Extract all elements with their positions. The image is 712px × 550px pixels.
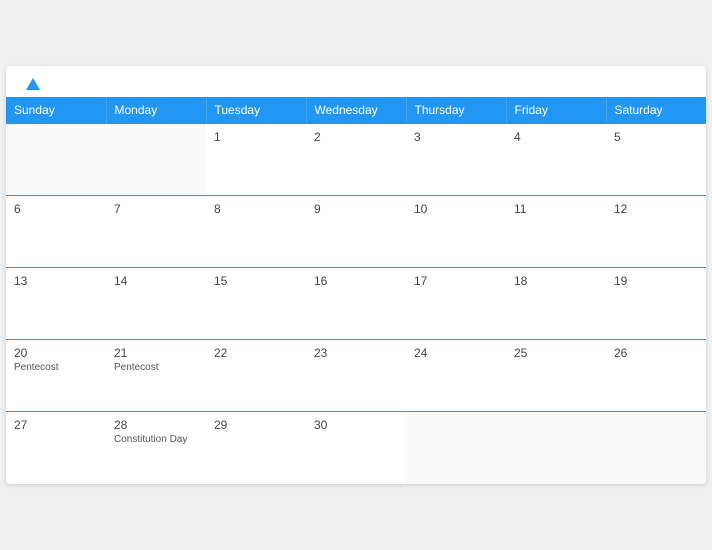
day-number: 30: [314, 418, 398, 432]
calendar-cell: 30: [306, 412, 406, 484]
calendar-cell: 29: [206, 412, 306, 484]
weekday-header-row: SundayMondayTuesdayWednesdayThursdayFrid…: [6, 97, 706, 124]
calendar-cell: 20 Pentecost: [6, 340, 106, 412]
day-number: 18: [514, 274, 598, 288]
calendar-cell: 3: [406, 124, 506, 196]
day-number: 29: [214, 418, 298, 432]
logo-triangle-icon: [26, 78, 40, 90]
calendar-cell: 21 Pentecost: [106, 340, 206, 412]
week-row-3: 13 14 15 16 17 18 19: [6, 268, 706, 340]
day-number: 23: [314, 346, 398, 360]
week-row-2: 6 7 8 9 10 11 12: [6, 196, 706, 268]
day-number: 28: [114, 418, 198, 432]
calendar-cell: 6: [6, 196, 106, 268]
day-number: 9: [314, 202, 398, 216]
day-number: 12: [614, 202, 698, 216]
weekday-header-tuesday: Tuesday: [206, 97, 306, 124]
day-number: 1: [214, 130, 298, 144]
calendar-cell: 16: [306, 268, 406, 340]
calendar-cell: 8: [206, 196, 306, 268]
calendar: SundayMondayTuesdayWednesdayThursdayFrid…: [6, 66, 706, 484]
weekday-header-monday: Monday: [106, 97, 206, 124]
day-number: 7: [114, 202, 198, 216]
calendar-cell: 9: [306, 196, 406, 268]
calendar-cell: 4: [506, 124, 606, 196]
calendar-cell: 11: [506, 196, 606, 268]
day-number: 21: [114, 346, 198, 360]
day-number: 15: [214, 274, 298, 288]
calendar-cell: 24: [406, 340, 506, 412]
day-number: 5: [614, 130, 698, 144]
calendar-cell: 12: [606, 196, 706, 268]
day-number: 22: [214, 346, 298, 360]
calendar-cell: 23: [306, 340, 406, 412]
calendar-cell: 27: [6, 412, 106, 484]
weekday-header-friday: Friday: [506, 97, 606, 124]
holiday-label: Pentecost: [14, 362, 98, 373]
calendar-cell: 28 Constitution Day: [106, 412, 206, 484]
weekday-header-thursday: Thursday: [406, 97, 506, 124]
day-number: 4: [514, 130, 598, 144]
day-number: 11: [514, 202, 598, 216]
day-number: 6: [14, 202, 98, 216]
calendar-cell: [406, 412, 506, 484]
day-number: 19: [614, 274, 698, 288]
week-row-5: 27 28 Constitution Day 29 30: [6, 412, 706, 484]
day-number: 20: [14, 346, 98, 360]
calendar-cell: 13: [6, 268, 106, 340]
day-number: 27: [14, 418, 98, 432]
logo: [22, 78, 40, 89]
week-row-4: 20 Pentecost 21 Pentecost 22 23 24 25 26: [6, 340, 706, 412]
calendar-cell: 19: [606, 268, 706, 340]
day-number: 17: [414, 274, 498, 288]
calendar-cell: 26: [606, 340, 706, 412]
calendar-cell: 10: [406, 196, 506, 268]
calendar-cell: 17: [406, 268, 506, 340]
calendar-header: [6, 66, 706, 97]
logo-blue-text: [22, 78, 40, 89]
calendar-body: 1234567891011121314151617181920Pentecost…: [6, 124, 706, 484]
day-number: 26: [614, 346, 698, 360]
calendar-cell: 15: [206, 268, 306, 340]
calendar-cell: 25: [506, 340, 606, 412]
holiday-label: Constitution Day: [114, 434, 198, 445]
day-number: 3: [414, 130, 498, 144]
calendar-thead: SundayMondayTuesdayWednesdayThursdayFrid…: [6, 97, 706, 124]
calendar-cell: 1: [206, 124, 306, 196]
calendar-cell: [6, 124, 106, 196]
week-row-1: 1 2 3 4 5: [6, 124, 706, 196]
day-number: 10: [414, 202, 498, 216]
calendar-table: SundayMondayTuesdayWednesdayThursdayFrid…: [6, 97, 706, 484]
day-number: 2: [314, 130, 398, 144]
calendar-cell: 22: [206, 340, 306, 412]
day-number: 13: [14, 274, 98, 288]
weekday-header-saturday: Saturday: [606, 97, 706, 124]
day-number: 8: [214, 202, 298, 216]
calendar-cell: 18: [506, 268, 606, 340]
day-number: 25: [514, 346, 598, 360]
calendar-cell: 14: [106, 268, 206, 340]
calendar-cell: [106, 124, 206, 196]
calendar-cell: 2: [306, 124, 406, 196]
weekday-header-wednesday: Wednesday: [306, 97, 406, 124]
weekday-header-sunday: Sunday: [6, 97, 106, 124]
holiday-label: Pentecost: [114, 362, 198, 373]
calendar-cell: 5: [606, 124, 706, 196]
day-number: 16: [314, 274, 398, 288]
day-number: 14: [114, 274, 198, 288]
calendar-cell: [506, 412, 606, 484]
day-number: 24: [414, 346, 498, 360]
calendar-cell: [606, 412, 706, 484]
calendar-cell: 7: [106, 196, 206, 268]
